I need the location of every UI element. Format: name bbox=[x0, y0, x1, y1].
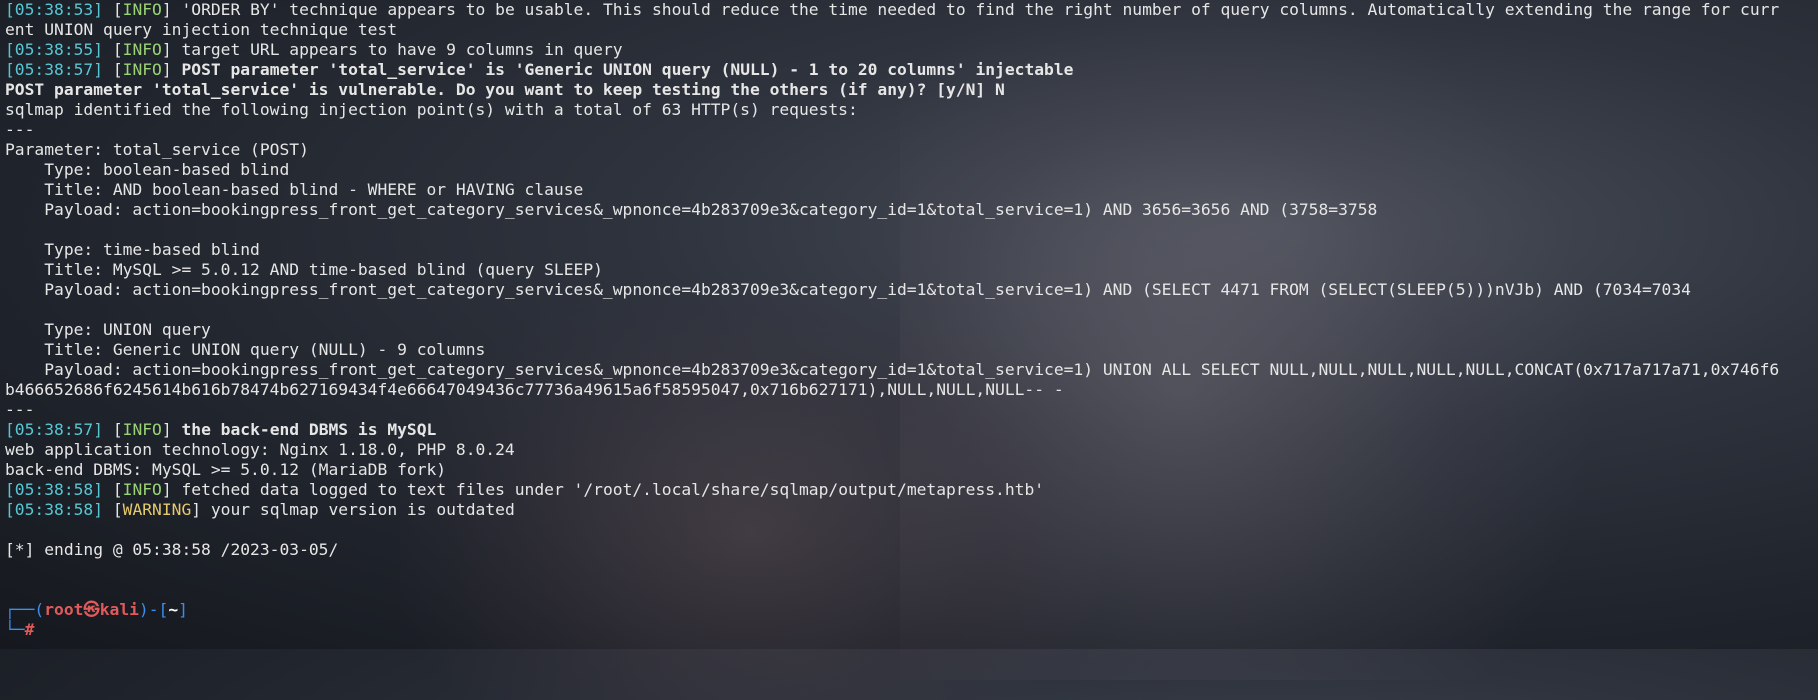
log-text: Payload: action=bookingpress_front_get_c… bbox=[5, 200, 1378, 219]
log-timestamp: [05:38:57] bbox=[5, 60, 104, 79]
prompt-corner-top: ┌──( bbox=[5, 600, 45, 619]
terminal-line: Title: MySQL >= 5.0.12 AND time-based bl… bbox=[5, 260, 1818, 280]
terminal-line: POST parameter 'total_service' is vulner… bbox=[5, 80, 1818, 100]
terminal-line: Payload: action=bookingpress_front_get_c… bbox=[5, 280, 1818, 300]
log-text: ent UNION query injection technique test bbox=[5, 20, 398, 39]
log-text: b466652686f6245614b616b78474b627169434f4… bbox=[5, 380, 1064, 399]
terminal-line: Payload: action=bookingpress_front_get_c… bbox=[5, 200, 1818, 220]
log-level: INFO bbox=[122, 60, 162, 79]
terminal-line: [05:38:58] [WARNING] your sqlmap version… bbox=[5, 500, 515, 519]
log-text: web application technology: Nginx 1.18.0… bbox=[5, 440, 515, 459]
log-text: Title: MySQL >= 5.0.12 AND time-based bl… bbox=[5, 260, 603, 279]
log-timestamp: [05:38:55] bbox=[5, 40, 104, 59]
terminal-output[interactable]: [05:38:53] [INFO] 'ORDER BY' technique a… bbox=[0, 0, 1818, 649]
log-timestamp: [05:38:58] bbox=[5, 480, 104, 499]
log-level: INFO bbox=[122, 420, 162, 439]
prompt-input-line[interactable]: └─# bbox=[5, 620, 1818, 640]
terminal-line: Title: Generic UNION query (NULL) - 9 co… bbox=[5, 340, 1818, 360]
log-text: Parameter: total_service (POST) bbox=[5, 140, 309, 159]
terminal-line: [05:38:57] [INFO] POST parameter 'total_… bbox=[5, 60, 1074, 79]
terminal-line: Type: UNION query bbox=[5, 320, 1818, 340]
terminal-cursor bbox=[34, 620, 43, 638]
terminal-line: sqlmap identified the following injectio… bbox=[5, 100, 1818, 120]
terminal-line: Title: AND boolean-based blind - WHERE o… bbox=[5, 180, 1818, 200]
log-text: Type: time-based blind bbox=[5, 240, 260, 259]
log-text: POST parameter 'total_service' is 'Gener… bbox=[171, 60, 1074, 79]
log-level: WARNING bbox=[122, 500, 192, 519]
log-text: POST parameter 'total_service' is vulner… bbox=[5, 80, 1005, 99]
log-level: INFO bbox=[122, 0, 162, 19]
terminal-line: [05:38:57] [INFO] the back-end DBMS is M… bbox=[5, 420, 437, 439]
log-text: 'ORDER BY' technique appears to be usabl… bbox=[171, 0, 1780, 19]
terminal-line: ent UNION query injection technique test bbox=[5, 20, 1818, 40]
terminal-line: [05:38:53] [INFO] 'ORDER BY' technique a… bbox=[5, 0, 1780, 19]
terminal-line: b466652686f6245614b616b78474b627169434f4… bbox=[5, 380, 1818, 400]
log-text: --- bbox=[5, 400, 35, 419]
prompt-separator: )-[ bbox=[138, 600, 169, 619]
log-text: Type: boolean-based blind bbox=[5, 160, 290, 179]
log-text: Payload: action=bookingpress_front_get_c… bbox=[5, 360, 1780, 379]
log-text: Title: Generic UNION query (NULL) - 9 co… bbox=[5, 340, 486, 359]
prompt-user-host: root㉿kali bbox=[44, 600, 139, 619]
terminal-line: [05:38:55] [INFO] target URL appears to … bbox=[5, 40, 623, 59]
terminal-line: --- bbox=[5, 400, 1818, 420]
log-timestamp: [05:38:53] bbox=[5, 0, 104, 19]
log-text: --- bbox=[5, 120, 35, 139]
terminal-line: Type: boolean-based blind bbox=[5, 160, 1818, 180]
log-text: Type: UNION query bbox=[5, 320, 211, 339]
log-text: Title: AND boolean-based blind - WHERE o… bbox=[5, 180, 584, 199]
log-timestamp: [05:38:57] bbox=[5, 420, 104, 439]
terminal-line: web application technology: Nginx 1.18.0… bbox=[5, 440, 1818, 460]
log-text: sqlmap identified the following injectio… bbox=[5, 100, 858, 119]
log-text: [*] ending @ 05:38:58 /2023-03-05/ bbox=[5, 540, 339, 559]
terminal-line: Payload: action=bookingpress_front_get_c… bbox=[5, 360, 1818, 380]
log-text: Payload: action=bookingpress_front_get_c… bbox=[5, 280, 1691, 299]
log-level: INFO bbox=[122, 480, 162, 499]
prompt-cwd: ~ bbox=[168, 600, 179, 619]
terminal-line: Type: time-based blind bbox=[5, 240, 1818, 260]
log-text: fetched data logged to text files under … bbox=[171, 480, 1045, 499]
prompt-bracket-end: ] bbox=[178, 600, 188, 619]
log-text: your sqlmap version is outdated bbox=[201, 500, 515, 519]
log-text: back-end DBMS: MySQL >= 5.0.12 (MariaDB … bbox=[5, 460, 447, 479]
log-text: the back-end DBMS is MySQL bbox=[171, 420, 437, 439]
prompt-corner-bottom: └─ bbox=[5, 620, 25, 639]
terminal-line: [05:38:58] [INFO] fetched data logged to… bbox=[5, 480, 1045, 499]
prompt-line-top: ┌──(root㉿kali)-[~] bbox=[5, 600, 1818, 620]
terminal-line: [*] ending @ 05:38:58 /2023-03-05/ bbox=[5, 540, 1818, 560]
log-timestamp: [05:38:58] bbox=[5, 500, 104, 519]
terminal-line: back-end DBMS: MySQL >= 5.0.12 (MariaDB … bbox=[5, 460, 1818, 480]
prompt-root-hash: # bbox=[24, 620, 35, 639]
terminal-line: --- bbox=[5, 120, 1818, 140]
log-level: INFO bbox=[122, 40, 162, 59]
log-text: target URL appears to have 9 columns in … bbox=[171, 40, 623, 59]
terminal-line: Parameter: total_service (POST) bbox=[5, 140, 1818, 160]
